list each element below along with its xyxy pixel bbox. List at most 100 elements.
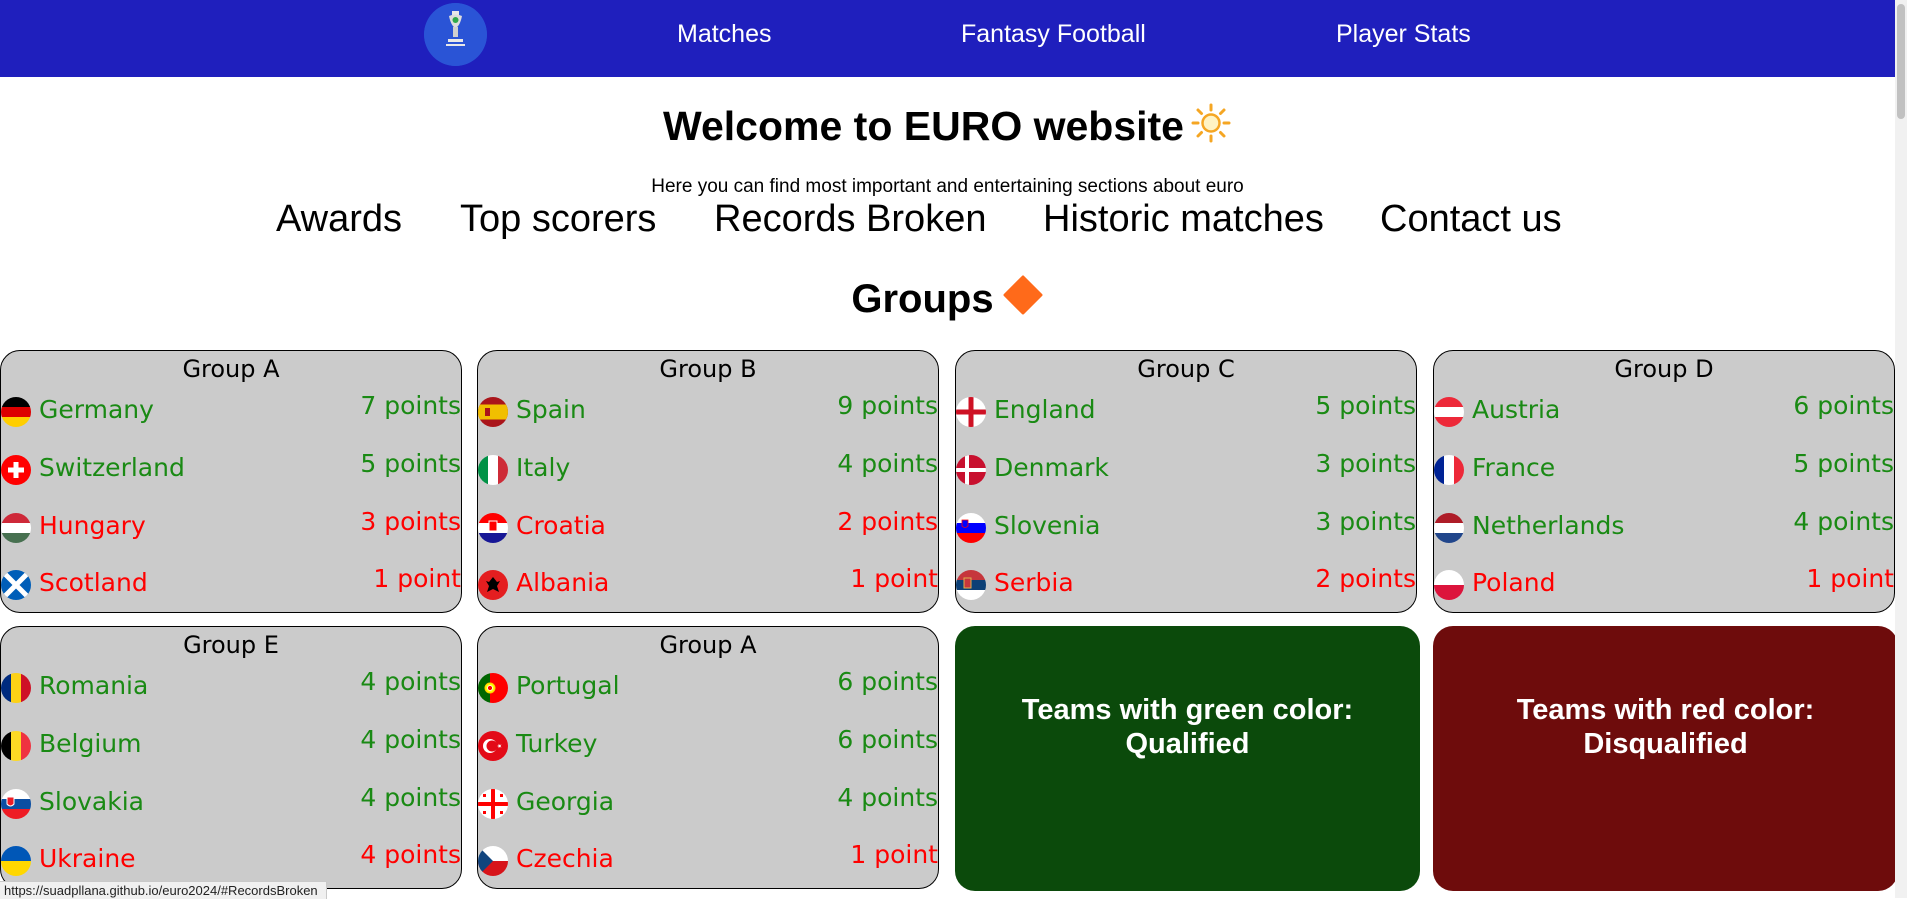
team-row: Slovenia 3 points [956,507,1416,547]
ukraine-flag-icon [1,846,31,876]
team-name: Belgium [39,729,142,758]
team-row: Spain 9 points [478,391,938,431]
team-row: Poland 1 point [1434,564,1894,604]
team-points: 3 points [360,507,461,536]
group-title: Group B [659,355,757,383]
groups-heading: Groups [0,273,1895,329]
team-name: Germany [39,395,154,424]
serbia-flag-icon [956,570,986,600]
team-points: 1 point [850,564,938,593]
team-points: 4 points [360,667,461,696]
team-points: 5 points [1793,449,1894,478]
team-row: Hungary 3 points [1,507,461,547]
section-link-historic-matches[interactable]: Historic matches [1043,198,1324,241]
team-row: Slovakia 4 points [1,783,461,823]
team-row: Denmark 3 points [956,449,1416,489]
group-title: Group E [183,631,279,659]
section-link-contact-us[interactable]: Contact us [1380,198,1562,241]
qualified-legend-text: Teams with green color: Qualified [1022,694,1353,761]
croatia-flag-icon [478,513,508,543]
page-subtitle: Here you can find most important and ent… [651,176,1244,197]
team-points: 1 point [373,564,461,593]
team-row: Georgia 4 points [478,783,938,823]
team-name: Slovakia [39,787,144,816]
team-row: Belgium 4 points [1,725,461,765]
team-row: Ukraine 4 points [1,840,461,880]
team-points: 4 points [837,449,938,478]
group-card: Group A Portugal 6 points Turkey 6 points Geo… [477,626,939,889]
hungary-flag-icon [1,513,31,543]
team-name: Slovenia [994,511,1101,540]
team-points: 5 points [1315,391,1416,420]
team-name: Spain [516,395,586,424]
team-points: 2 points [837,507,938,536]
team-name: Romania [39,671,149,700]
disqualified-legend-card: Teams with red color: Disqualified [1433,626,1898,891]
section-link-top-scorers[interactable]: Top scorers [460,198,656,241]
team-row: Switzerland 5 points [1,449,461,489]
team-points: 4 points [837,783,938,812]
team-points: 6 points [837,725,938,754]
scrollbar-thumb[interactable] [1897,4,1905,119]
team-row: Albania 1 point [478,564,938,604]
team-name: Denmark [994,453,1109,482]
nav-link-fantasy-football[interactable]: Fantasy Football [961,20,1146,49]
team-points: 5 points [360,449,461,478]
qualified-legend-line1: Teams with green color: [1021,693,1354,726]
poland-flag-icon [1434,570,1464,600]
slovenia-flag-icon [956,513,986,543]
team-row: France 5 points [1434,449,1894,489]
euro-2024-logo[interactable] [424,3,487,66]
netherlands-flag-icon [1434,513,1464,543]
section-link-awards[interactable]: Awards [276,198,402,241]
group-card: Group D Austria 6 points France 5 points Neth… [1433,350,1895,613]
italy-flag-icon [478,455,508,485]
team-points: 4 points [360,840,461,869]
turkey-flag-icon [478,731,508,761]
qualified-legend-card: Teams with green color: Qualified [955,626,1420,891]
team-row: Czechia 1 point [478,840,938,880]
czechia-flag-icon [478,846,508,876]
team-row: Netherlands 4 points [1434,507,1894,547]
portugal-flag-icon [478,673,508,703]
team-row: Romania 4 points [1,667,461,707]
team-points: 2 points [1315,564,1416,593]
team-row: Croatia 2 points [478,507,938,547]
nav-link-player-stats[interactable]: Player Stats [1336,20,1471,49]
team-name: Serbia [994,568,1074,597]
team-name: Croatia [516,511,606,540]
team-row: Scotland 1 point [1,564,461,604]
group-title: Group A [182,355,280,383]
team-name: Netherlands [1472,511,1625,540]
team-points: 3 points [1315,507,1416,536]
england-flag-icon [956,397,986,427]
team-name: Albania [516,568,610,597]
group-title: Group A [659,631,757,659]
slovakia-flag-icon [1,789,31,819]
page-title: Welcome to EURO website [0,100,1895,156]
disqualified-legend-text: Teams with red color: Disqualified [1517,694,1815,761]
team-points: 3 points [1315,449,1416,478]
team-name: Ukraine [39,844,136,873]
team-row: Italy 4 points [478,449,938,489]
team-name: Turkey [516,729,598,758]
top-navbar: Matches Fantasy Football Player Stats [0,0,1895,77]
team-name: Scotland [39,568,148,597]
page-scrollbar[interactable] [1895,0,1907,898]
romania-flag-icon [1,673,31,703]
team-name: Austria [1472,395,1561,424]
groups-heading-text: Groups [851,277,994,321]
section-links: Awards Top scorers Records Broken Histor… [0,198,1907,244]
france-flag-icon [1434,455,1464,485]
team-name: Poland [1472,568,1556,597]
team-name: Georgia [516,787,615,816]
team-points: 7 points [360,391,461,420]
team-name: Hungary [39,511,146,540]
section-link-records-broken[interactable]: Records Broken [714,198,986,241]
team-points: 4 points [360,725,461,754]
team-points: 1 point [1806,564,1894,593]
team-points: 1 point [850,840,938,869]
team-name: France [1472,453,1556,482]
nav-link-matches[interactable]: Matches [677,20,771,49]
austria-flag-icon [1434,397,1464,427]
